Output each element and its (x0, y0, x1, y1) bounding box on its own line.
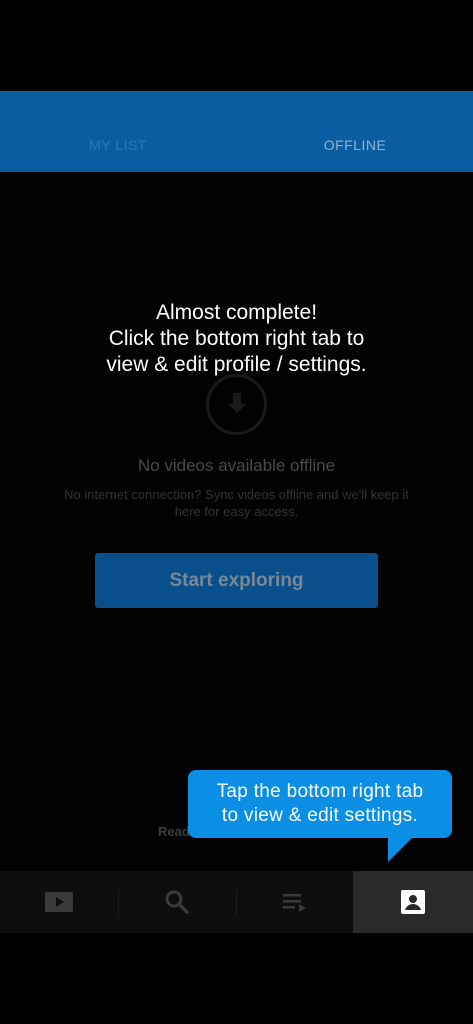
system-nav-area (0, 933, 473, 1024)
tooltip-pointer (388, 836, 414, 862)
tab-my-list[interactable]: MY LIST (0, 91, 236, 172)
coach-headline: Almost complete! (155, 301, 318, 324)
video-play-icon (45, 892, 73, 912)
coach-line-2: view & edit profile / settings. (106, 353, 367, 376)
main-content (0, 172, 473, 871)
bottom-navigation (0, 871, 473, 933)
tooltip-line-2: to view & edit settings. (221, 805, 419, 826)
nav-profile[interactable] (353, 871, 473, 933)
top-tab-bar: MY LIST OFFLINE (0, 91, 473, 172)
coach-message: Almost complete! Click the bottom right … (40, 300, 433, 378)
footer-text: Read (158, 824, 190, 839)
tab-my-list-label: MY LIST (89, 137, 147, 153)
coach-line-1: Click the bottom right tab to (108, 327, 365, 350)
start-exploring-button[interactable]: Start exploring (95, 553, 378, 608)
settings-tooltip[interactable]: Tap the bottom right tab to view & edit … (188, 770, 452, 838)
empty-state-title: No videos available offline (137, 456, 336, 475)
tooltip-line-1: Tap the bottom right tab (216, 781, 424, 802)
profile-icon (401, 890, 425, 914)
status-area (0, 0, 473, 91)
nav-videos[interactable] (0, 871, 118, 933)
playlist-icon (283, 894, 306, 912)
download-icon (206, 374, 267, 435)
nav-playlist[interactable] (236, 871, 354, 933)
empty-state-description: No internet connection? Sync videos offl… (64, 487, 409, 519)
tab-offline[interactable]: OFFLINE (237, 91, 473, 172)
download-arrow-icon (227, 392, 246, 413)
nav-search[interactable] (118, 871, 236, 933)
search-icon (165, 890, 189, 914)
tab-offline-label: OFFLINE (323, 137, 387, 153)
